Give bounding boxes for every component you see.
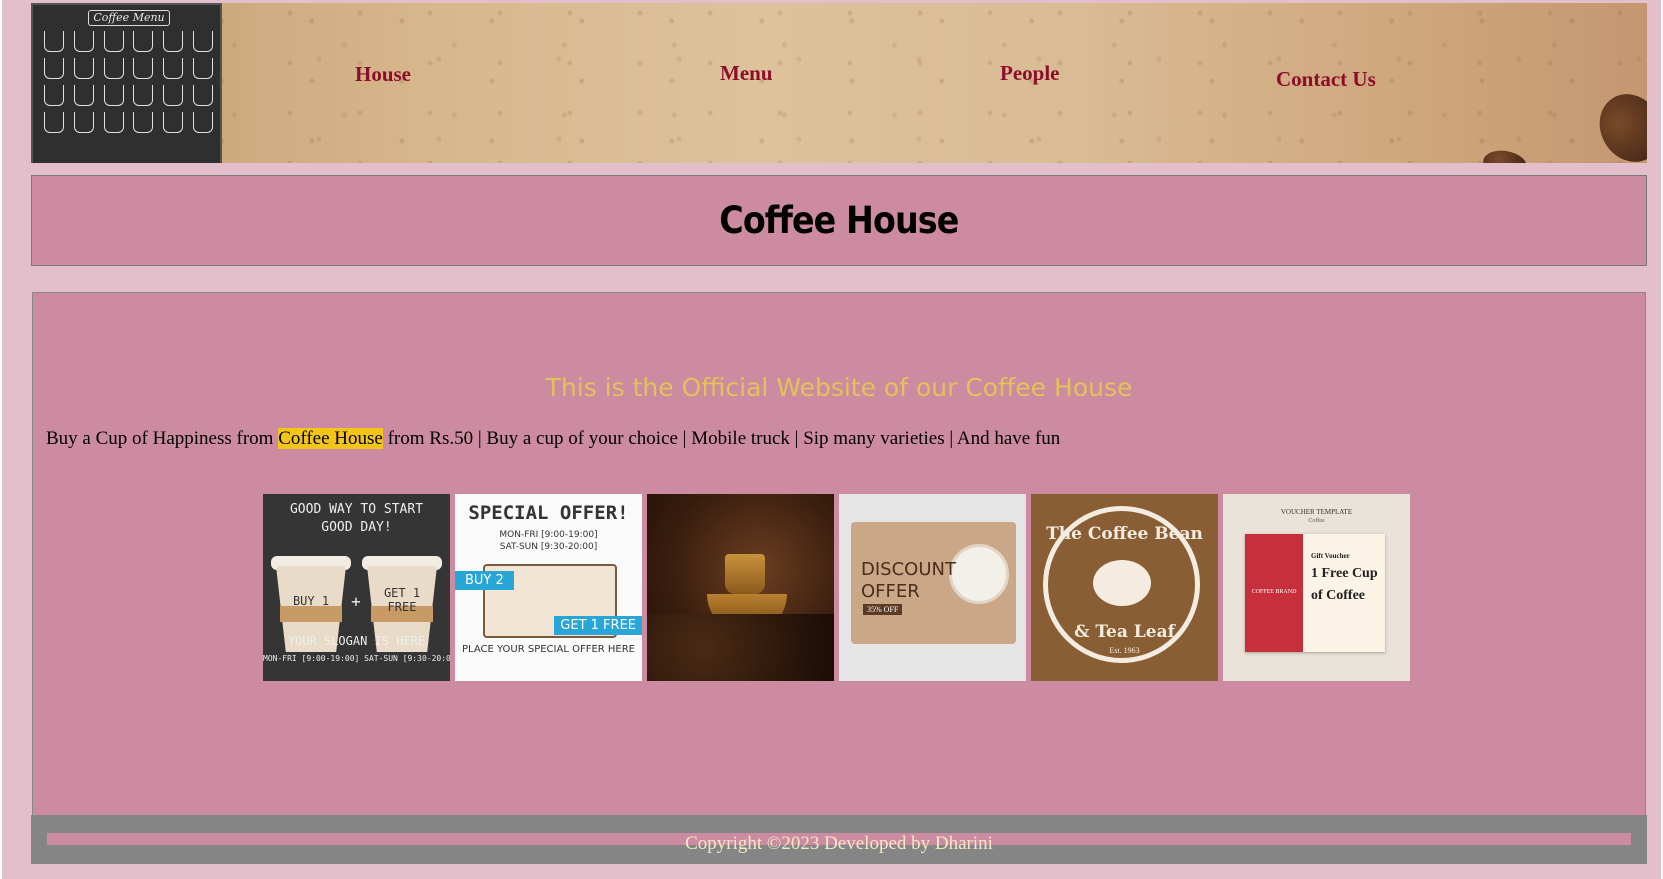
t4-badge: 35% OFF	[863, 604, 903, 615]
t4-line2: OFFER	[861, 581, 920, 602]
t6-line1: 1 Free Cup	[1311, 566, 1378, 581]
cup-icon	[73, 85, 94, 106]
discount-offer-image[interactable]: DISCOUNT OFFER 35% OFF	[839, 494, 1026, 681]
nav-link-contact-us[interactable]: Contact Us	[1276, 67, 1376, 92]
cup-icon	[133, 58, 154, 79]
t6-sub: Coffee	[1308, 518, 1325, 524]
cup-icon	[193, 112, 214, 133]
nav-link-menu[interactable]: Menu	[720, 61, 773, 86]
t1-hours: MON-FRI [9:00-19:00] SAT-SUN [9:30-20:00…	[263, 654, 450, 663]
filter-coffee-image[interactable]	[647, 494, 834, 681]
cup-icon	[43, 85, 64, 106]
cup-icon	[133, 85, 154, 106]
cup-icon	[43, 31, 64, 52]
t6-brand: COFFEE BRAND	[1251, 589, 1297, 595]
cup-icon	[193, 58, 214, 79]
nav-link-people[interactable]: People	[1000, 61, 1059, 86]
promo-text: Buy a Cup of Happiness from Coffee House…	[46, 428, 1060, 450]
cup-icon	[133, 31, 154, 52]
cup-icon	[43, 58, 64, 79]
cup-icon	[193, 85, 214, 106]
gift-voucher-image[interactable]: VOUCHER TEMPLATE Coffee COFFEE BRAND Gif…	[1223, 494, 1410, 681]
cup-icon	[163, 31, 184, 52]
tagline: This is the Official Website of our Coff…	[545, 373, 1133, 402]
t4-line1: DISCOUNT	[861, 559, 956, 580]
t2-title: SPECIAL OFFER!	[468, 502, 629, 524]
promo-text-end: from Rs.50 | Buy a cup of your choice | …	[382, 428, 1061, 449]
cup-icon	[43, 112, 64, 133]
header-texture	[31, 3, 1647, 163]
coffee-bean-tea-leaf-logo[interactable]: The Coffee Bean & Tea Leaf Est. 1963	[1031, 494, 1218, 681]
special-offer-image[interactable]: SPECIAL OFFER! MON-FRI [9:00-19:00] SAT-…	[455, 494, 642, 681]
t2-get-ribbon: GET 1 FREE	[554, 616, 642, 635]
t2-footer: PLACE YOUR SPECIAL OFFER HERE	[462, 644, 635, 655]
promo-highlight: Coffee House	[278, 428, 383, 449]
site-header: Coffee Menu House Menu People Contact Us	[31, 3, 1647, 163]
coffee-menu-logo[interactable]: Coffee Menu	[31, 3, 222, 163]
cup-icon	[103, 31, 124, 52]
cup-icon	[103, 112, 124, 133]
t1-buy-label: BUY 1	[292, 594, 330, 608]
t1-free-label: FREE	[387, 600, 417, 614]
t1-line1: GOOD WAY TO START	[289, 502, 424, 517]
t5-bottom: & Tea Leaf	[1074, 622, 1175, 642]
t1-line2: GOOD DAY!	[321, 520, 392, 535]
cup-icon	[193, 31, 214, 52]
buy1-get1-image[interactable]: GOOD WAY TO START GOOD DAY! BUY 1 + GET …	[263, 494, 450, 681]
cup-icon	[163, 58, 184, 79]
promo-gallery: GOOD WAY TO START GOOD DAY! BUY 1 + GET …	[263, 494, 1410, 681]
t1-plus: +	[351, 592, 361, 611]
coffee-beans-pile	[647, 614, 834, 681]
nav-link-house[interactable]: House	[355, 62, 411, 87]
title-banner: Coffee House	[31, 175, 1647, 266]
cup-icon	[73, 58, 94, 79]
logo-cup-grid	[41, 31, 216, 133]
t1-slogan: YOUR SLOGAN IS HERE	[287, 634, 426, 648]
cup-icon	[103, 85, 124, 106]
cup-icon	[163, 112, 184, 133]
t5-top: The Coffee Bean	[1046, 524, 1203, 544]
cup-sleeve	[280, 606, 342, 622]
t2-hours1: MON-FRI [9:00-19:00]	[499, 530, 598, 540]
main-content: This is the Official Website of our Coff…	[32, 292, 1646, 822]
cup-icon	[73, 31, 94, 52]
site-footer: Copyright ©2023 Developed by Dharini	[31, 815, 1647, 864]
t6-line2: of Coffee	[1311, 588, 1366, 603]
brass-cup	[725, 554, 765, 594]
t5-est: Est. 1963	[1109, 646, 1140, 655]
cup-icon	[73, 112, 94, 133]
promo-text-start: Buy a Cup of Happiness from	[46, 428, 279, 449]
logo-title: Coffee Menu	[88, 10, 170, 26]
t2-buy-ribbon: BUY 2	[455, 571, 514, 590]
t1-get-label: GET 1	[383, 586, 421, 600]
t6-header: VOUCHER TEMPLATE	[1280, 508, 1353, 516]
coffee-bean-icon	[1093, 560, 1151, 606]
page-title: Coffee House	[719, 199, 959, 242]
latte-cup-icon	[949, 544, 1009, 604]
t2-hours2: SAT-SUN [9:30-20:00]	[499, 542, 598, 552]
cup-icon	[133, 112, 154, 133]
copyright-text: Copyright ©2023 Developed by Dharini	[685, 833, 993, 854]
cup-icon	[103, 58, 124, 79]
t6-gift: Gift Voucher	[1311, 552, 1350, 560]
cup-icon	[163, 85, 184, 106]
